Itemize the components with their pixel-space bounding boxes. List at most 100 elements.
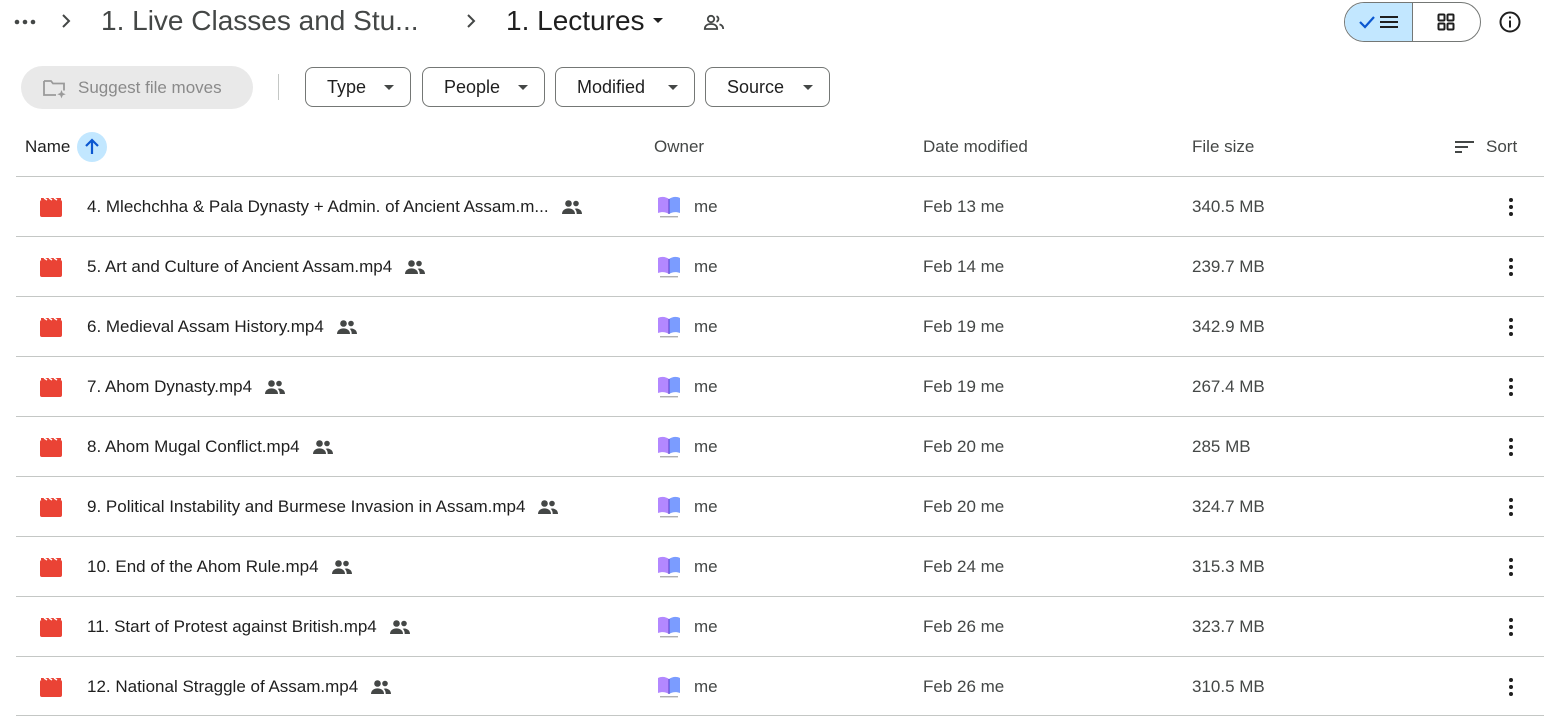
shared-people-icon xyxy=(331,560,352,574)
filter-source-chip[interactable]: Source xyxy=(705,67,830,107)
column-header-file-size[interactable]: File size xyxy=(1192,128,1254,166)
owner-text: me xyxy=(694,557,718,576)
owner-text: me xyxy=(694,377,718,396)
more-vert-icon xyxy=(1509,438,1513,456)
video-file-icon xyxy=(40,497,62,517)
header: 1. Live Classes and Stu... 1. Lectures xyxy=(0,0,1552,44)
file-row[interactable]: 8. Ahom Mugal Conflict.mp4 me Feb 20 me … xyxy=(16,416,1544,476)
filter-modified-chip[interactable]: Modified xyxy=(555,67,695,107)
arrow-upward-icon xyxy=(85,138,99,154)
file-row[interactable]: 4. Mlechchha & Pala Dynasty + Admin. of … xyxy=(16,176,1544,236)
row-actions-button[interactable] xyxy=(1497,372,1525,402)
file-size-text: 239.7 MB xyxy=(1192,257,1265,276)
file-name[interactable]: 11. Start of Protest against British.mp4 xyxy=(87,597,411,657)
file-list: 4. Mlechchha & Pala Dynasty + Admin. of … xyxy=(16,176,1544,716)
filter-source-label: Source xyxy=(727,76,785,97)
video-file-icon xyxy=(40,437,62,457)
file-name[interactable]: 6. Medieval Assam History.mp4 xyxy=(87,297,358,357)
video-file-icon xyxy=(40,617,62,637)
date-modified-text: Feb 19 me xyxy=(923,377,1005,396)
shared-people-icon xyxy=(336,320,357,334)
more-vert-icon xyxy=(1509,678,1513,696)
current-folder-label: 1. Lectures xyxy=(506,5,645,36)
owner-text: me xyxy=(694,437,718,456)
shared-folder-icon[interactable] xyxy=(702,10,726,34)
book-avatar-icon xyxy=(658,256,680,278)
file-row[interactable]: 11. Start of Protest against British.mp4… xyxy=(16,596,1544,656)
file-name[interactable]: 5. Art and Culture of Ancient Assam.mp4 xyxy=(87,237,426,297)
file-size-text: 324.7 MB xyxy=(1192,497,1265,516)
file-size-text: 323.7 MB xyxy=(1192,617,1265,636)
arrow-drop-down-icon xyxy=(652,18,663,23)
more-vert-icon xyxy=(1509,498,1513,516)
row-actions-button[interactable] xyxy=(1497,672,1525,702)
chevron-right-icon xyxy=(464,11,478,31)
column-header-date-modified[interactable]: Date modified xyxy=(923,128,1028,166)
list-icon xyxy=(1380,16,1399,28)
book-avatar-icon xyxy=(658,496,680,518)
file-size-text: 342.9 MB xyxy=(1192,317,1265,336)
sort-options-button[interactable]: Sort xyxy=(1455,132,1517,162)
suggest-file-moves-button[interactable]: Suggest file moves xyxy=(21,66,253,109)
file-size-text: 340.5 MB xyxy=(1192,197,1265,216)
file-size-text: 285 MB xyxy=(1192,437,1251,456)
more-breadcrumbs-button[interactable] xyxy=(10,8,40,36)
file-name-text: 9. Political Instability and Burmese Inv… xyxy=(87,497,526,516)
arrow-drop-down-icon xyxy=(803,84,813,90)
sort-icon xyxy=(1455,141,1474,153)
column-header-name[interactable]: Name xyxy=(25,128,70,166)
sort-direction-button[interactable] xyxy=(77,132,107,162)
file-name-text: 4. Mlechchha & Pala Dynasty + Admin. of … xyxy=(87,197,549,216)
breadcrumb-item-current[interactable]: 1. Lectures xyxy=(506,2,665,40)
row-actions-button[interactable] xyxy=(1497,252,1525,282)
view-toggle xyxy=(1344,2,1481,42)
date-modified-text: Feb 19 me xyxy=(923,317,1005,336)
file-size-text: 310.5 MB xyxy=(1192,677,1265,696)
breadcrumb-item-parent[interactable]: 1. Live Classes and Stu... xyxy=(101,2,419,40)
grid-view-button[interactable] xyxy=(1413,3,1481,41)
shared-people-icon xyxy=(312,440,333,454)
owner-text: me xyxy=(694,257,718,276)
more-vert-icon xyxy=(1509,618,1513,636)
suggest-file-moves-label: Suggest file moves xyxy=(78,77,222,97)
file-row[interactable]: 10. End of the Ahom Rule.mp4 me Feb 24 m… xyxy=(16,536,1544,596)
book-avatar-icon xyxy=(658,196,680,218)
video-file-icon xyxy=(40,557,62,577)
filter-type-chip[interactable]: Type xyxy=(305,67,411,107)
file-name[interactable]: 9. Political Instability and Burmese Inv… xyxy=(87,477,559,537)
book-avatar-icon xyxy=(658,316,680,338)
shared-people-icon xyxy=(265,380,286,394)
video-file-icon xyxy=(40,317,62,337)
shared-people-icon xyxy=(538,500,559,514)
filter-people-chip[interactable]: People xyxy=(422,67,545,107)
file-name[interactable]: 7. Ahom Dynasty.mp4 xyxy=(87,357,286,417)
file-name[interactable]: 4. Mlechchha & Pala Dynasty + Admin. of … xyxy=(87,177,583,237)
row-actions-button[interactable] xyxy=(1497,612,1525,642)
date-modified-text: Feb 14 me xyxy=(923,257,1005,276)
row-actions-button[interactable] xyxy=(1497,192,1525,222)
row-actions-button[interactable] xyxy=(1497,552,1525,582)
date-modified-text: Feb 26 me xyxy=(923,617,1005,636)
video-file-icon xyxy=(40,197,62,217)
file-row[interactable]: 6. Medieval Assam History.mp4 me Feb 19 … xyxy=(16,296,1544,356)
details-button[interactable] xyxy=(1496,8,1524,36)
file-row[interactable]: 12. National Straggle of Assam.mp4 me Fe… xyxy=(16,656,1544,716)
file-name[interactable]: 8. Ahom Mugal Conflict.mp4 xyxy=(87,417,334,477)
file-name-text: 12. National Straggle of Assam.mp4 xyxy=(87,677,359,696)
file-name[interactable]: 12. National Straggle of Assam.mp4 xyxy=(87,657,392,717)
file-row[interactable]: 5. Art and Culture of Ancient Assam.mp4 … xyxy=(16,236,1544,296)
file-name[interactable]: 10. End of the Ahom Rule.mp4 xyxy=(87,537,353,597)
file-row[interactable]: 7. Ahom Dynasty.mp4 me Feb 19 me 267.4 M… xyxy=(16,356,1544,416)
file-row[interactable]: 9. Political Instability and Burmese Inv… xyxy=(16,476,1544,536)
file-name-text: 10. End of the Ahom Rule.mp4 xyxy=(87,557,319,576)
grid-icon xyxy=(1437,13,1455,31)
row-actions-button[interactable] xyxy=(1497,432,1525,462)
owner-text: me xyxy=(694,677,718,696)
book-avatar-icon xyxy=(658,676,680,698)
row-actions-button[interactable] xyxy=(1497,312,1525,342)
video-file-icon xyxy=(40,677,62,697)
shared-people-icon xyxy=(561,200,582,214)
list-view-button[interactable] xyxy=(1345,3,1413,41)
row-actions-button[interactable] xyxy=(1497,492,1525,522)
book-avatar-icon xyxy=(658,376,680,398)
